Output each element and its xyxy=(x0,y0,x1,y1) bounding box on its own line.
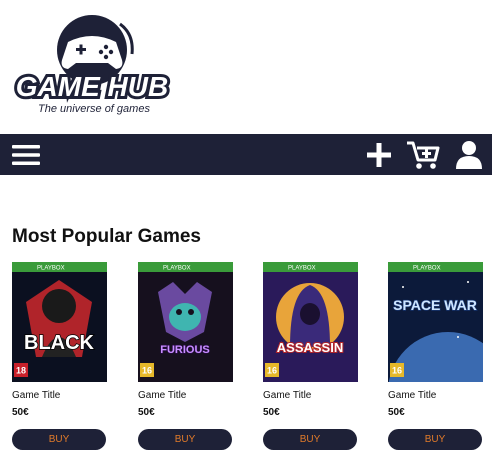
buy-button[interactable]: BUY xyxy=(138,429,232,450)
buy-button[interactable]: BUY xyxy=(388,429,482,450)
game-title[interactable]: Game Title xyxy=(388,390,483,402)
game-price: 50€ xyxy=(138,407,155,418)
age-rating: 16 xyxy=(392,366,402,376)
platform-label: PLAYBOX xyxy=(413,266,441,272)
buy-button[interactable]: BUY xyxy=(263,429,357,450)
cart-add-icon[interactable] xyxy=(406,134,440,175)
brand-name: GAME HUB xyxy=(16,71,168,102)
game-title[interactable]: Game Title xyxy=(263,390,358,402)
brand-tagline: The universe of games xyxy=(38,103,150,115)
game-price: 50€ xyxy=(12,407,29,418)
platform-label: PLAYBOX xyxy=(288,266,316,272)
game-price: 50€ xyxy=(388,407,405,418)
section-title: Most Popular Games xyxy=(12,226,201,247)
game-cover[interactable]: PLAYBOX FURIOUS 16 xyxy=(138,262,233,382)
game-card[interactable]: PLAYBOX SPACE WAR 16 Game Title 50€ BUY xyxy=(388,262,483,450)
age-rating: 16 xyxy=(142,366,152,376)
game-cover[interactable]: PLAYBOX BLACK 18 xyxy=(12,262,107,382)
platform-label: PLAYBOX xyxy=(163,266,191,272)
game-card[interactable]: PLAYBOX FURIOUS 16 Game Title 50€ BUY xyxy=(138,262,233,450)
game-price: 50€ xyxy=(263,407,280,418)
navbar xyxy=(0,134,492,175)
user-icon[interactable] xyxy=(455,134,483,175)
game-card[interactable]: PLAYBOX BLACK 18 Game Title 50€ BUY xyxy=(12,262,107,450)
cover-title: BLACK xyxy=(24,332,95,354)
menu-icon[interactable] xyxy=(12,134,40,175)
game-cover[interactable]: PLAYBOX ASSASSIN 16 xyxy=(263,262,358,382)
cover-title: ASSASSIN xyxy=(277,340,343,355)
game-cover[interactable]: PLAYBOX SPACE WAR 16 xyxy=(388,262,483,382)
game-hub-logo[interactable]: GAME HUB The universe of games xyxy=(12,12,172,124)
buy-button[interactable]: BUY xyxy=(12,429,106,450)
platform-label: PLAYBOX xyxy=(37,266,65,272)
game-title[interactable]: Game Title xyxy=(138,390,233,402)
cover-title: SPACE WAR xyxy=(393,297,477,313)
age-rating: 16 xyxy=(267,366,277,376)
cover-title: FURIOUS xyxy=(160,344,210,356)
game-card[interactable]: PLAYBOX ASSASSIN 16 Game Title 50€ BUY xyxy=(263,262,358,450)
game-title[interactable]: Game Title xyxy=(12,390,107,402)
add-icon[interactable] xyxy=(366,134,392,175)
age-rating: 18 xyxy=(16,366,26,376)
